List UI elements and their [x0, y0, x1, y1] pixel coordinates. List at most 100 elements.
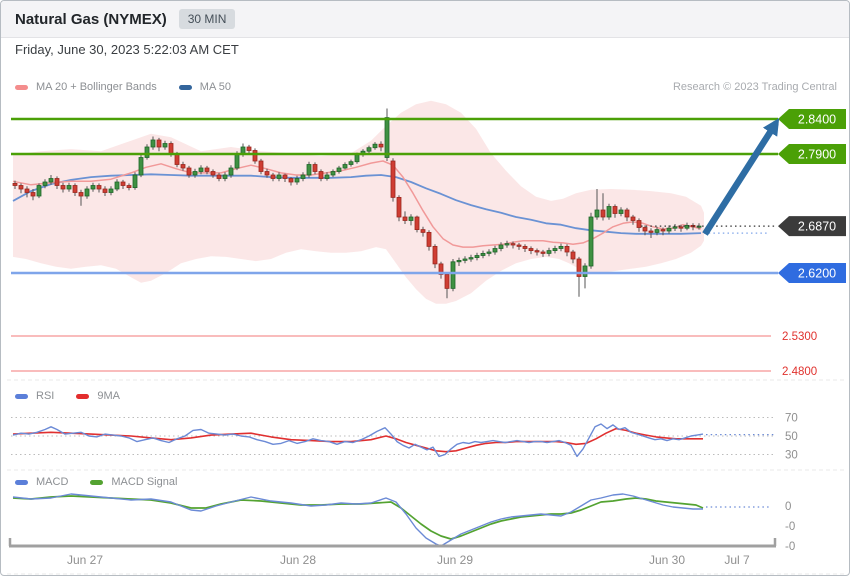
- candle: [168, 143, 174, 155]
- candle: [420, 229, 426, 233]
- candle: [606, 206, 612, 218]
- rsi-panel-legend: RSI 9MA: [15, 390, 837, 402]
- candle: [306, 164, 312, 176]
- candle: [120, 181, 126, 186]
- candle: [354, 154, 360, 163]
- rsi-swatch-icon: [15, 393, 28, 399]
- candle: [42, 181, 48, 186]
- timeframe-badge: 30 MIN: [178, 9, 236, 29]
- legend-item-ma50: MA 50: [178, 81, 231, 93]
- ma20-bollinger-swatch-icon: [15, 84, 28, 90]
- candle: [192, 171, 198, 176]
- candle: [78, 192, 84, 197]
- candle: [426, 231, 432, 247]
- candle: [312, 164, 318, 172]
- candle: [540, 251, 546, 254]
- candle: [222, 174, 228, 179]
- candle: [516, 244, 522, 247]
- rsi-line: [12, 423, 704, 458]
- candle: [258, 160, 264, 172]
- candle: [198, 167, 204, 172]
- time-axis-label: Jun 29: [437, 553, 473, 567]
- candle: [72, 185, 78, 193]
- macd-axis-label: -0: [785, 541, 795, 553]
- candle: [522, 245, 528, 249]
- price-tag-label: 2.6870: [798, 220, 836, 234]
- titlebar: Natural Gas (NYMEX) 30 MIN: [1, 1, 849, 38]
- candle: [612, 206, 618, 214]
- candle: [636, 220, 642, 228]
- candle: [642, 227, 648, 232]
- legend-label: MA 50: [199, 81, 231, 93]
- candle: [408, 216, 414, 221]
- candle: [156, 139, 162, 148]
- legend-label: MA 20 + Bollinger Bands: [36, 81, 157, 93]
- candle: [210, 171, 216, 176]
- price-tag-label: 2.7900: [798, 148, 836, 162]
- candle: [96, 185, 102, 190]
- candle: [558, 245, 564, 249]
- price-tag-label: 2.8400: [798, 113, 836, 127]
- candle: [504, 243, 510, 246]
- candle: [666, 227, 672, 232]
- legend-label: RSI: [36, 390, 55, 402]
- candle: [228, 167, 234, 176]
- legend-item-macd: MACD: [15, 476, 68, 488]
- candle: [12, 182, 18, 186]
- legend-item-macd-signal: MACD Signal: [90, 476, 177, 488]
- candle: [474, 255, 480, 258]
- candle: [138, 157, 144, 176]
- candle: [342, 164, 348, 169]
- time-axis-label: Jun 27: [67, 553, 103, 567]
- candle: [630, 216, 636, 221]
- candle: [204, 167, 210, 172]
- candle: [300, 174, 306, 179]
- candle: [600, 209, 606, 218]
- chart-datetime: Friday, June 30, 2023 5:22:03 AM CET: [15, 42, 239, 57]
- candle: [264, 171, 270, 176]
- bullish-arrow: [702, 118, 780, 236]
- candle: [582, 265, 588, 277]
- candle: [132, 174, 138, 189]
- candle: [234, 153, 240, 169]
- macd-axis-label: -0: [785, 521, 795, 533]
- macd-signal-line: [12, 495, 704, 540]
- candle: [468, 257, 474, 260]
- macd-swatch-icon: [15, 479, 28, 485]
- candle: [336, 167, 342, 172]
- candle: [678, 226, 684, 229]
- legend-label: MACD: [36, 476, 69, 488]
- candle: [318, 171, 324, 179]
- price-tag-label: 2.6200: [798, 267, 836, 281]
- candle: [384, 117, 390, 158]
- candle: [348, 161, 354, 165]
- main-chart-legend: MA 20 + Bollinger Bands MA 50 Research ©…: [15, 81, 837, 93]
- candle: [564, 245, 570, 253]
- candle: [456, 259, 462, 263]
- candle: [216, 174, 222, 179]
- level-label: 2.5300: [782, 331, 817, 343]
- candle: [492, 248, 498, 253]
- candle: [114, 181, 120, 190]
- candle: [624, 209, 630, 218]
- candle: [396, 196, 402, 218]
- candle: [24, 188, 30, 193]
- candle: [288, 178, 294, 183]
- legend-label: MACD Signal: [111, 476, 178, 488]
- candle: [294, 178, 300, 183]
- macd-signal-swatch-icon: [90, 479, 104, 485]
- candle: [486, 251, 492, 254]
- candle: [552, 248, 558, 251]
- candle: [36, 185, 42, 197]
- legend-item-ma20-bollinger: MA 20 + Bollinger Bands: [15, 81, 157, 93]
- candle: [654, 229, 660, 233]
- rsi-9ma-swatch-icon: [76, 393, 90, 399]
- time-axis-label: Jun 28: [280, 553, 316, 567]
- candle: [450, 261, 456, 289]
- candle: [54, 178, 60, 186]
- candle: [150, 139, 156, 148]
- candle: [594, 209, 600, 218]
- candle: [252, 150, 258, 162]
- candle: [672, 226, 678, 229]
- level-label: 2.4800: [782, 366, 817, 378]
